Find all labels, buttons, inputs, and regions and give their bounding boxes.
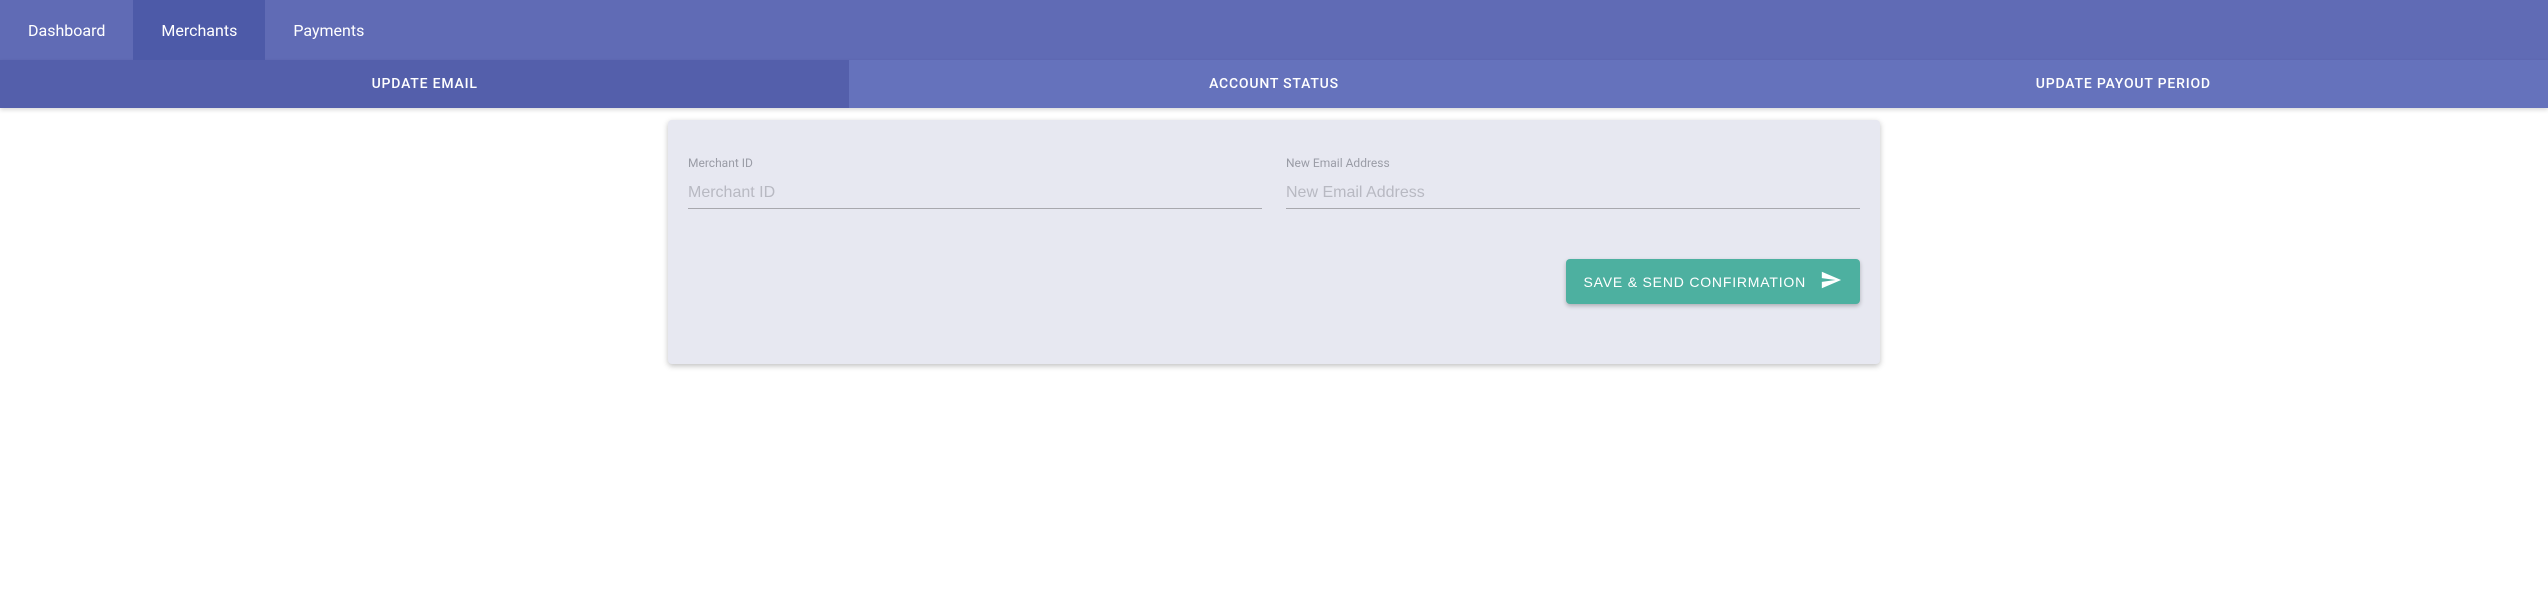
merchant-id-label: Merchant ID [688,156,1262,170]
merchant-id-input[interactable] [688,178,1262,209]
content-area: Merchant ID New Email Address SAVE & SEN… [0,108,2548,376]
nav-item-dashboard[interactable]: Dashboard [0,0,133,60]
merchant-id-field-group: Merchant ID [688,156,1262,209]
nav-item-payments[interactable]: Payments [265,0,392,60]
tab-update-payout-period[interactable]: UPDATE PAYOUT PERIOD [1699,60,2548,108]
sub-navigation: UPDATE EMAIL ACCOUNT STATUS UPDATE PAYOU… [0,60,2548,108]
save-send-confirmation-button[interactable]: SAVE & SEND CONFIRMATION [1566,259,1860,304]
tab-account-status[interactable]: ACCOUNT STATUS [849,60,1698,108]
new-email-field-group: New Email Address [1286,156,1860,209]
save-button-label: SAVE & SEND CONFIRMATION [1584,274,1806,290]
new-email-input[interactable] [1286,178,1860,209]
tab-update-email[interactable]: UPDATE EMAIL [0,60,849,108]
nav-item-merchants[interactable]: Merchants [133,0,265,60]
form-row: Merchant ID New Email Address [688,156,1860,209]
top-navigation: Dashboard Merchants Payments [0,0,2548,60]
update-email-card: Merchant ID New Email Address SAVE & SEN… [668,120,1880,364]
send-icon [1820,269,1842,294]
new-email-label: New Email Address [1286,156,1860,170]
button-row: SAVE & SEND CONFIRMATION [688,259,1860,304]
